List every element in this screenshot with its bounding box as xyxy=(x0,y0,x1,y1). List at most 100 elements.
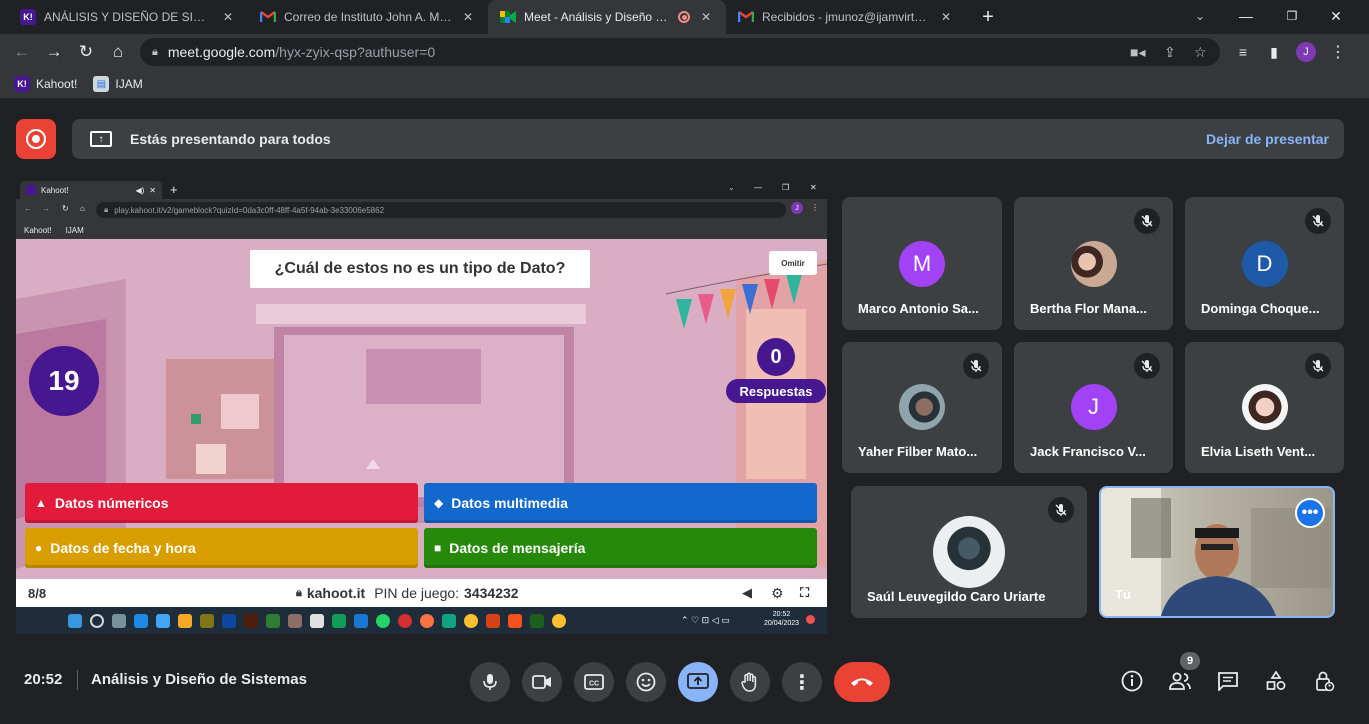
new-tab-button[interactable]: + xyxy=(976,5,1000,29)
answers-label: Respuestas xyxy=(726,379,826,403)
profile-avatar[interactable]: J xyxy=(1294,40,1318,64)
answer-blue: ◆ Datos multimedia xyxy=(424,483,817,523)
participant-tile[interactable]: Yaher Filber Mato... xyxy=(842,342,1002,473)
back-icon[interactable]: ← xyxy=(10,40,34,64)
participant-tile[interactable]: J Jack Francisco V... xyxy=(1014,342,1173,473)
bookmark-ijam[interactable]: ▤ IJAM xyxy=(93,76,143,92)
activities-button[interactable] xyxy=(1263,668,1289,694)
restore-button[interactable]: ❐ xyxy=(1280,4,1304,28)
captions-button[interactable]: CC xyxy=(574,662,614,702)
captions-icon: CC xyxy=(584,674,604,690)
present-screen-button[interactable] xyxy=(678,662,718,702)
leave-call-button[interactable] xyxy=(834,662,890,702)
raise-hand-button[interactable] xyxy=(730,662,770,702)
camera-button[interactable] xyxy=(522,662,562,702)
tray-icons: ⌃ ♡ ⊡ ◁ ▭ xyxy=(681,615,730,625)
participant-name: Elvia Liseth Vent... xyxy=(1201,444,1316,459)
notification-icon xyxy=(806,615,815,624)
volume-icon: ◀︎ xyxy=(742,585,752,600)
bookmarks-bar: K! Kahoot! ▤ IJAM xyxy=(0,70,1369,98)
kahoot-footer: 8/8 🔒︎ kahoot.it PIN de juego: 3434232 ◀… xyxy=(16,579,827,607)
app-icon xyxy=(288,613,302,628)
countdown-timer: 19 xyxy=(29,346,99,416)
chat-button[interactable] xyxy=(1215,668,1241,694)
participant-name: Yaher Filber Mato... xyxy=(858,444,978,459)
answer-green: ■ Datos de mensajería xyxy=(424,528,817,568)
bookmark-star-icon[interactable]: ☆ xyxy=(1194,44,1207,61)
forward-icon[interactable]: → xyxy=(42,40,66,64)
gmail-icon xyxy=(260,9,276,25)
menu-icon[interactable]: ⋮ xyxy=(1326,40,1350,64)
calculator-icon xyxy=(156,613,170,628)
avatar: D xyxy=(1241,241,1288,287)
media-controls-icon[interactable]: ≡ xyxy=(1231,40,1255,64)
more-options-icon[interactable]: ••• xyxy=(1295,498,1325,528)
record-icon xyxy=(26,129,46,149)
answer-label: Datos de fecha y hora xyxy=(50,540,196,556)
participant-tile[interactable]: M Marco Antonio Sa... xyxy=(842,197,1002,330)
recording-indicator[interactable] xyxy=(16,119,56,159)
fireworks-icon xyxy=(200,613,214,628)
tab-gmail-instituto[interactable]: Correo de Instituto John A. Mackay ✕ xyxy=(248,0,488,34)
close-icon[interactable]: ✕ xyxy=(938,9,954,25)
camera-icon[interactable]: ■◂ xyxy=(1130,44,1145,61)
triangle-icon: ▲ xyxy=(35,496,47,510)
host-controls-button[interactable] xyxy=(1311,668,1337,694)
share-icon[interactable]: ⇪ xyxy=(1164,44,1176,61)
mic-off-icon xyxy=(1134,208,1160,234)
firefox-icon xyxy=(420,613,434,628)
microphone-button[interactable] xyxy=(470,662,510,702)
bookmark-label: IJAM xyxy=(115,77,143,91)
tab-title: Recibidos - jmunoz@ijamvirtual.edu.pe xyxy=(762,10,930,24)
self-video-tile[interactable]: ••• Tú xyxy=(1099,486,1335,618)
meeting-time: 20:52 xyxy=(24,671,63,688)
page-icon: ▤ xyxy=(93,76,110,92)
people-button[interactable]: 9 xyxy=(1167,652,1200,694)
participant-tile[interactable]: Bertha Flor Mana... xyxy=(1014,197,1173,330)
close-icon[interactable]: ✕ xyxy=(460,9,476,25)
reload-icon[interactable]: ↻ xyxy=(74,40,98,64)
tab-kahoot[interactable]: K! ANÁLISIS Y DISEÑO DE SISTEMAS ✕ xyxy=(8,0,248,34)
home-icon[interactable]: ⌂ xyxy=(106,40,130,64)
mic-off-icon xyxy=(1305,353,1331,379)
lock-icon: 🔒︎ xyxy=(296,586,302,599)
question-text: ¿Cuál de estos no es un tipo de Dato? xyxy=(250,250,590,288)
taskbar-clock: 20:52 20/04/2023 xyxy=(764,610,799,628)
participant-tile[interactable]: Saúl Leuvegildo Caro Uriarte xyxy=(851,486,1087,618)
video-camera-icon xyxy=(532,675,551,689)
tab-gmail-recibidos[interactable]: Recibidos - jmunoz@ijamvirtual.edu.pe ✕ xyxy=(726,0,966,34)
tab-search-icon[interactable]: ⌄ xyxy=(1188,4,1212,28)
minimize-button[interactable]: — xyxy=(1234,4,1258,28)
answer-red: ▲ Datos númericos xyxy=(25,483,418,523)
tab-meet[interactable]: Meet - Análisis y Diseño de Sistemas ✕ xyxy=(488,0,726,34)
meeting-info-button[interactable] xyxy=(1119,668,1145,694)
side-panel-icon[interactable]: ▮ xyxy=(1262,40,1286,64)
participant-tile[interactable]: D Dominga Choque... xyxy=(1185,197,1344,330)
bookmark-label: Kahoot! xyxy=(36,77,78,91)
reactions-button[interactable] xyxy=(626,662,666,702)
more-options-button[interactable]: ⋮ xyxy=(782,662,822,702)
chat-icon xyxy=(1218,672,1238,691)
url-path: /hyx-zyix-qsp?authuser=0 xyxy=(275,44,436,60)
close-icon: ✕ xyxy=(810,183,817,192)
address-bar[interactable]: 🔒︎ meet.google.com/hyx-zyix-qsp?authuser… xyxy=(140,38,1220,66)
participant-tile[interactable]: Elvia Liseth Vent... xyxy=(1185,342,1344,473)
avatar-photo xyxy=(899,384,945,430)
kahoot-game: ¿Cuál de estos no es un tipo de Dato? Om… xyxy=(16,239,827,600)
bookmark-kahoot[interactable]: K! Kahoot! xyxy=(14,76,77,92)
microphone-icon xyxy=(483,674,497,690)
gmail-icon xyxy=(738,9,754,25)
tab-title: Meet - Análisis y Diseño de Sistemas xyxy=(524,10,670,24)
activities-icon xyxy=(1266,670,1286,690)
opera-icon xyxy=(398,613,412,628)
shared-url: play.kahoot.it/v2/gameblock?quizId=0da3c… xyxy=(114,205,385,215)
close-icon[interactable]: ✕ xyxy=(220,9,236,25)
stop-presenting-button[interactable]: Dejar de presentar xyxy=(1206,131,1329,147)
kahoot-icon: K! xyxy=(14,76,30,92)
window-close-button[interactable]: ✕ xyxy=(1324,4,1348,28)
profile-initial: J xyxy=(1296,42,1316,62)
app-icon xyxy=(266,613,280,628)
folder-icon xyxy=(178,613,192,628)
shared-tab-kahoot: Kahoot! ◀︎) ✕ xyxy=(20,181,162,199)
close-icon[interactable]: ✕ xyxy=(698,9,714,25)
